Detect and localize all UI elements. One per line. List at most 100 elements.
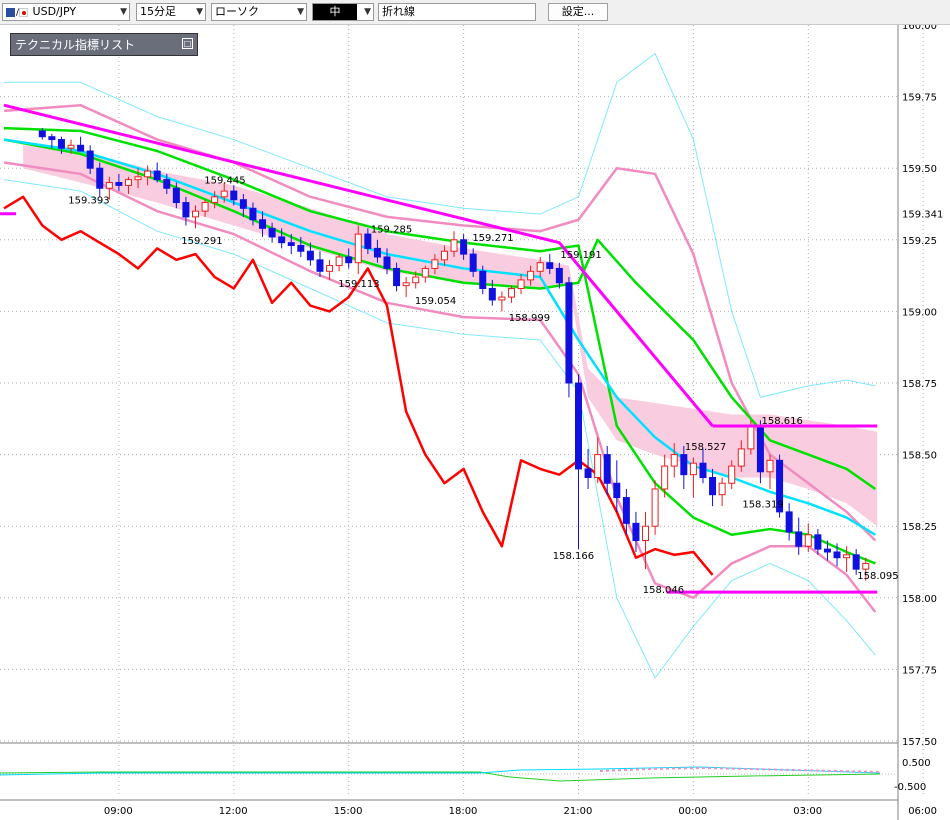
line-type-select[interactable]: 折れ線 — [378, 3, 536, 21]
candle-body — [297, 245, 305, 252]
chevron-down-icon: ▼ — [196, 7, 203, 17]
candle-body — [699, 462, 707, 479]
candle-body — [804, 534, 812, 547]
candle-body — [220, 190, 228, 198]
price-label: 158.999 — [509, 313, 550, 324]
price-label: 158.527 — [685, 442, 726, 453]
candle-body — [689, 462, 697, 476]
candle-body — [38, 130, 46, 138]
candle-body — [182, 202, 190, 218]
candle-body — [527, 270, 535, 281]
candle-body — [115, 182, 123, 186]
candle-body — [603, 454, 611, 484]
candle-body — [795, 531, 803, 547]
candle-body — [326, 265, 334, 272]
candle-body — [488, 287, 496, 301]
candle-body — [144, 170, 152, 178]
candle-body — [479, 270, 487, 289]
y-tick-label: 158.50 — [902, 451, 937, 462]
us-flag-icon — [6, 7, 15, 17]
price-label: 159.445 — [204, 176, 245, 187]
x-axis: 09:00 12:00 15:00 18:00 21:00 00:00 03:00 06:00 — [104, 806, 937, 817]
x-tick-label: 15:00 — [334, 806, 363, 817]
price-label: 159.291 — [181, 236, 222, 247]
candle-body — [536, 262, 544, 272]
candle-body — [402, 282, 410, 287]
chart-style-select[interactable]: ローソク ▼ — [211, 3, 307, 21]
candle-body — [823, 548, 831, 553]
oscillator-panel: 0.500 -0.500 — [0, 758, 931, 793]
candle-body — [105, 182, 113, 189]
indicator-lines — [3, 53, 877, 679]
candle-body — [172, 187, 180, 204]
candle-body — [718, 482, 726, 496]
candle-body — [584, 468, 592, 479]
jp-flag-icon — [19, 7, 29, 17]
chevron-down-icon: ▼ — [364, 7, 371, 17]
candle-body — [124, 179, 132, 186]
x-tick-label: 18:00 — [449, 806, 478, 817]
candle-body — [546, 262, 554, 269]
candle-body — [431, 259, 439, 269]
price-label: 158.046 — [643, 585, 684, 596]
candle-body — [412, 276, 420, 284]
candle-body — [565, 282, 573, 384]
candle-body — [613, 482, 621, 499]
candle-body — [364, 233, 372, 249]
candle-body — [852, 554, 860, 570]
candle-body — [498, 296, 506, 301]
candle-body — [833, 551, 841, 559]
candle-body — [661, 465, 669, 490]
current-price-label: 159.341 — [902, 210, 943, 221]
y-tick-label: 159.00 — [902, 307, 937, 318]
price-label: 159.271 — [472, 233, 513, 244]
timeframe-select[interactable]: 15分足 ▼ — [136, 3, 206, 21]
settings-button[interactable]: 設定... — [548, 3, 608, 21]
line-type-label: 折れ線 — [382, 5, 415, 18]
indicator-list-panel[interactable]: テクニカル指標リスト □ — [10, 33, 198, 56]
candle-body — [460, 239, 468, 255]
x-tick-label: 03:00 — [793, 806, 822, 817]
x-tick-label: 21:00 — [564, 806, 593, 817]
ichimoku-cloud — [23, 145, 878, 527]
candle-body — [450, 239, 458, 252]
chevron-down-icon: ▼ — [120, 7, 127, 17]
candle-body — [211, 196, 219, 204]
bollinger-lower — [3, 161, 877, 613]
y-tick-label: 159.25 — [902, 236, 937, 247]
candle-body — [440, 250, 448, 261]
candle-body — [383, 256, 391, 269]
y-tick-label: 157.75 — [902, 665, 937, 676]
x-tick-label: 12:00 — [219, 806, 248, 817]
candle-body — [709, 477, 717, 496]
candle-body — [680, 454, 688, 476]
candle-body — [642, 525, 650, 542]
candle-body — [230, 190, 238, 201]
y-tick-label: 158.25 — [902, 522, 937, 533]
candle-body — [134, 176, 142, 181]
candle-body — [622, 497, 630, 524]
candle-body — [766, 459, 774, 473]
maximize-icon[interactable]: □ — [182, 38, 193, 49]
price-label: 158.319 — [742, 499, 783, 510]
price-chart[interactable]: 159.393 159.445 159.291 159.285 159.271 159.1… — [0, 25, 950, 820]
candle-body — [278, 236, 286, 244]
y-tick-label: 158.75 — [902, 379, 937, 390]
candle-body — [192, 210, 199, 218]
candle-body — [86, 150, 94, 169]
timeframe-label: 15分足 — [140, 5, 176, 18]
x-tick-label: 06:00 — [908, 806, 937, 817]
symbol-select[interactable]: / USD/JPY ▼ — [2, 3, 130, 21]
candle-body — [507, 287, 515, 298]
candle-body — [163, 179, 171, 189]
candle-body — [594, 454, 602, 479]
price-label: 158.166 — [553, 551, 594, 562]
candle-body — [239, 199, 247, 209]
size-select[interactable]: 中 ▼ — [312, 3, 374, 21]
candle-body — [316, 259, 324, 272]
x-tick-label: 00:00 — [678, 806, 707, 817]
y-tick-label: 158.00 — [902, 594, 937, 605]
price-label: 159.393 — [68, 196, 109, 207]
candle-body — [814, 534, 822, 550]
candle-body — [268, 227, 276, 238]
